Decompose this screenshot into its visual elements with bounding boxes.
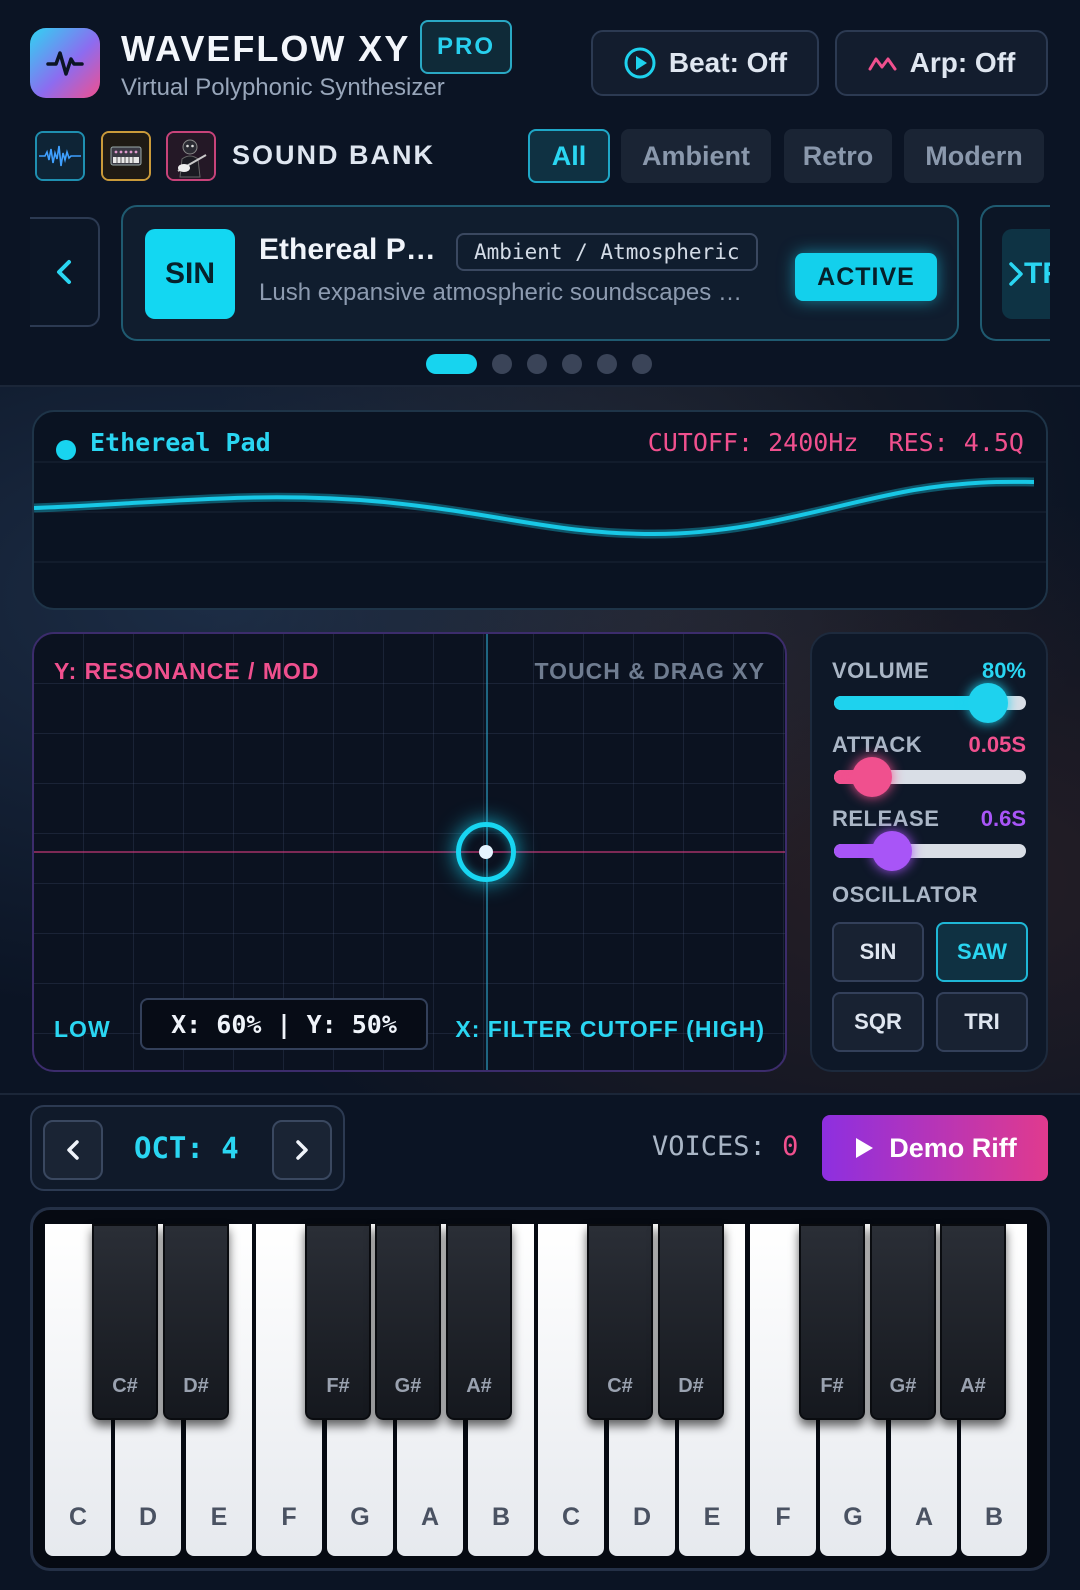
black-key[interactable]: D# xyxy=(658,1224,724,1420)
display-patch-name: Ethereal Pad xyxy=(90,428,271,457)
voices-count: 0 xyxy=(782,1131,799,1162)
app-title: WAVEFLOW XY xyxy=(121,28,411,69)
play-circle-icon xyxy=(624,47,656,79)
bank-thumbnail-synth[interactable] xyxy=(101,131,151,181)
osc-sqr-button[interactable]: SQR xyxy=(832,992,924,1052)
release-slider-knob[interactable] xyxy=(871,831,912,871)
preset-prev-button[interactable] xyxy=(30,217,100,327)
osc-sin-button[interactable]: SIN xyxy=(832,922,924,982)
arp-toggle-button[interactable]: Arp: Off xyxy=(835,30,1048,96)
chevron-right-icon xyxy=(296,1140,308,1160)
black-key[interactable]: D# xyxy=(163,1224,229,1420)
black-key[interactable]: A# xyxy=(940,1224,1006,1420)
beat-toggle-button[interactable]: Beat: Off xyxy=(591,30,819,96)
preset-next-card[interactable]: TR xyxy=(980,205,1050,341)
black-key[interactable]: F# xyxy=(799,1224,865,1420)
attack-slider[interactable] xyxy=(834,757,1026,797)
filter-chip-ambient[interactable]: Ambient xyxy=(621,129,771,183)
next-preset-badge: TR xyxy=(1002,229,1050,319)
sound-bank-title: SOUND BANK xyxy=(232,140,436,170)
attack-slider-knob[interactable] xyxy=(852,757,893,797)
xy-x-axis-label: X: FILTER CUTOFF (HIGH) xyxy=(455,1016,765,1042)
page-dot[interactable] xyxy=(562,354,582,374)
beat-label: Beat: Off xyxy=(668,47,788,78)
black-key[interactable]: C# xyxy=(587,1224,653,1420)
oscillator-label: OSCILLATOR xyxy=(832,882,978,907)
preset-description: Lush expansive atmospheric soundscapes … xyxy=(259,279,742,306)
arp-label: Arp: Off xyxy=(909,47,1016,78)
black-key[interactable]: G# xyxy=(870,1224,936,1420)
waveform-pulse-icon xyxy=(46,51,84,76)
page-dot-active[interactable] xyxy=(426,354,477,374)
attack-label: ATTACK xyxy=(832,732,923,757)
waveform-glow xyxy=(34,477,1035,539)
filter-chip-retro[interactable]: Retro xyxy=(784,129,892,183)
xy-crosshair-horizontal xyxy=(34,851,785,853)
chevron-right-icon xyxy=(1009,262,1023,286)
app-logo xyxy=(30,28,100,98)
pro-badge: PRO xyxy=(420,20,512,74)
waveform-image-icon xyxy=(37,133,83,179)
chevron-left-icon xyxy=(67,1140,79,1160)
preset-card[interactable]: SIN Ethereal P… Ambient / Atmospheric Lu… xyxy=(121,205,959,341)
volume-label: VOLUME xyxy=(832,658,930,683)
release-slider[interactable] xyxy=(834,831,1026,871)
carousel-pagination xyxy=(426,354,652,374)
arp-wave-icon xyxy=(868,57,897,71)
octave-value: OCT: 4 xyxy=(134,1131,239,1165)
control-panel: VOLUME 80% ATTACK 0.05S RELEASE 0.6S OSC… xyxy=(810,632,1048,1072)
live-indicator-dot xyxy=(56,440,76,460)
page-dot[interactable] xyxy=(632,354,652,374)
page-dot[interactable] xyxy=(527,354,547,374)
demo-riff-button[interactable]: Demo Riff xyxy=(822,1115,1048,1181)
guitarist-image-icon xyxy=(168,133,214,179)
octave-up-button[interactable] xyxy=(272,1120,332,1180)
black-key[interactable]: A# xyxy=(446,1224,512,1420)
filter-chip-all[interactable]: All xyxy=(528,129,610,183)
piano-keyboard: C D E F G A B C D E F G A B C# D# F# G# … xyxy=(30,1207,1050,1571)
volume-slider[interactable] xyxy=(834,683,1026,723)
voices-counter: VOICES: 0 xyxy=(652,1131,798,1162)
volume-value: 80% xyxy=(981,658,1026,683)
play-icon xyxy=(856,1138,874,1158)
octave-control: OCT: 4 xyxy=(30,1105,345,1191)
black-key[interactable]: F# xyxy=(305,1224,371,1420)
release-value: 0.6S xyxy=(980,806,1026,831)
display-filter-params: CUTOFF: 2400Hz RES: 4.5Q xyxy=(647,428,1024,457)
preset-active-badge: ACTIVE xyxy=(795,253,937,301)
osc-tri-button[interactable]: TRI xyxy=(936,992,1028,1052)
release-label: RELEASE xyxy=(832,806,940,831)
chevron-left-icon xyxy=(57,260,71,284)
osc-saw-button[interactable]: SAW xyxy=(936,922,1028,982)
next-preset-label: TR xyxy=(1024,257,1050,290)
waveform-display: Ethereal Pad CUTOFF: 2400Hz RES: 4.5Q xyxy=(32,410,1048,610)
black-key[interactable]: G# xyxy=(375,1224,441,1420)
xy-handle[interactable] xyxy=(456,822,516,882)
xy-low-label: LOW xyxy=(54,1016,111,1042)
synth-keyboard-icon xyxy=(103,133,149,179)
xy-handle-center xyxy=(479,845,493,859)
section-divider xyxy=(0,385,1080,387)
filter-chip-modern[interactable]: Modern xyxy=(904,129,1044,183)
section-divider xyxy=(0,1093,1080,1095)
preset-name: Ethereal P… xyxy=(259,233,436,266)
bank-thumbnail-guitarist[interactable] xyxy=(166,131,216,181)
black-key[interactable]: C# xyxy=(92,1224,158,1420)
xy-hint: TOUCH & DRAG XY xyxy=(534,658,765,684)
preset-category-tag: Ambient / Atmospheric xyxy=(456,233,758,271)
attack-value: 0.05S xyxy=(968,732,1027,757)
bank-thumbnail-waveform[interactable] xyxy=(35,131,85,181)
volume-slider-fill xyxy=(834,696,988,710)
app-subtitle: Virtual Polyphonic Synthesizer xyxy=(121,74,445,101)
page-dot[interactable] xyxy=(597,354,617,374)
xy-pad[interactable]: Y: RESONANCE / MOD TOUCH & DRAG XY LOW X… xyxy=(32,632,787,1072)
preset-wave-badge: SIN xyxy=(145,229,235,319)
page-dot[interactable] xyxy=(492,354,512,374)
volume-slider-knob[interactable] xyxy=(967,683,1008,723)
octave-down-button[interactable] xyxy=(43,1120,103,1180)
xy-readout: X: 60% | Y: 50% xyxy=(140,998,428,1050)
demo-riff-label: Demo Riff xyxy=(889,1132,1017,1163)
voices-label: VOICES: xyxy=(652,1131,766,1162)
xy-y-axis-label: Y: RESONANCE / MOD xyxy=(54,658,320,684)
